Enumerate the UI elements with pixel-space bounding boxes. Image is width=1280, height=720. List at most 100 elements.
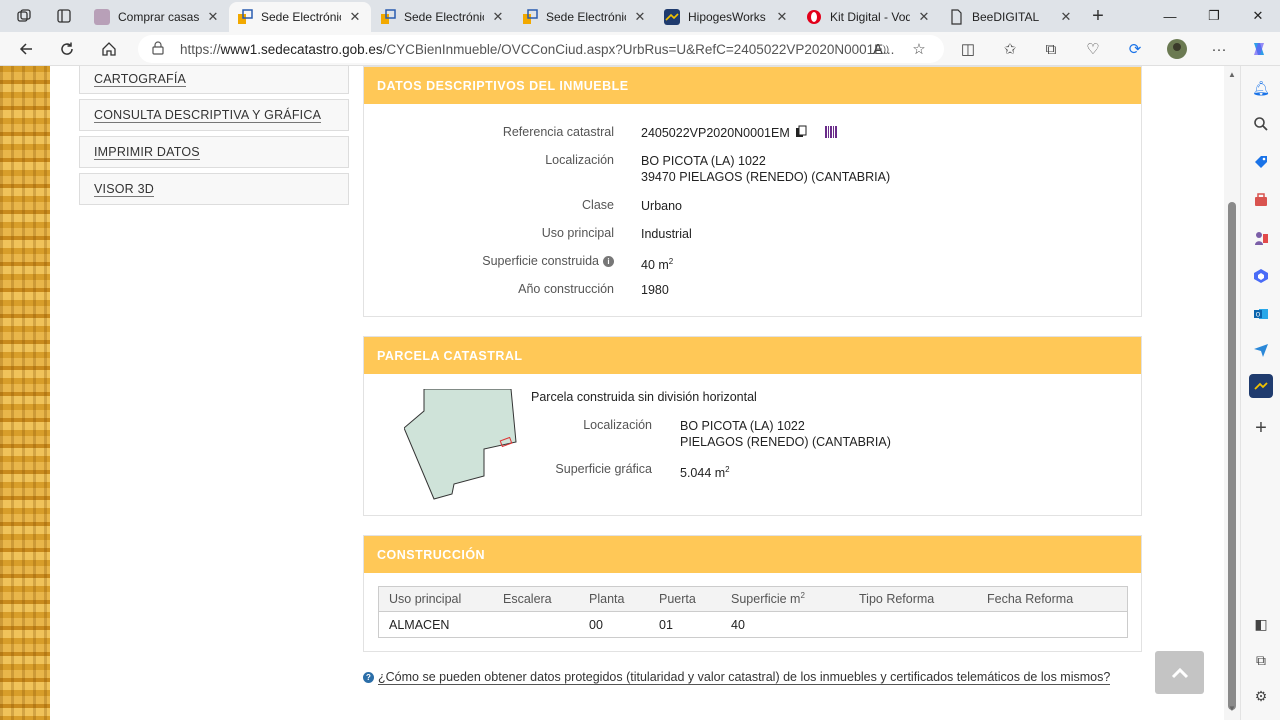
close-window-icon[interactable]: ✕: [1236, 0, 1280, 32]
tools-icon[interactable]: [1249, 188, 1273, 212]
menu-item-label: VISOR 3D: [94, 181, 154, 197]
barcode-icon[interactable]: [824, 125, 837, 142]
col-header: Escalera: [503, 592, 552, 606]
menu-item-label: IMPRIMIR DATOS: [94, 144, 200, 160]
outlook-icon[interactable]: O: [1249, 302, 1273, 326]
shopping-tag-icon[interactable]: [1249, 150, 1273, 174]
uso-value: Industrial: [641, 227, 692, 241]
workspaces-icon[interactable]: [10, 4, 38, 28]
microsoft-365-icon[interactable]: [1249, 264, 1273, 288]
menu-item-consulta[interactable]: CONSULTA DESCRIPTIVA Y GRÁFICA: [79, 99, 349, 131]
table-cell: 40: [731, 617, 745, 632]
info-icon[interactable]: i: [603, 256, 614, 268]
help-link[interactable]: ? ¿Cómo se pueden obtener datos protegid…: [363, 670, 1111, 685]
menu-item-cartografia[interactable]: CARTOGRAFÍA: [79, 66, 349, 94]
close-icon[interactable]: ✕: [490, 9, 506, 25]
menu-item-label: CARTOGRAFÍA: [94, 72, 187, 87]
scroll-up-icon[interactable]: ▲: [1227, 70, 1237, 79]
parcel-subtitle: Parcela construida sin división horizont…: [531, 390, 757, 404]
col-header: Puerta: [659, 592, 696, 606]
hipoges-icon: [664, 9, 680, 25]
address-bar[interactable]: https://www1.sedecatastro.gob.es/CYCBien…: [138, 35, 944, 63]
more-menu-icon[interactable]: ···: [1205, 35, 1233, 63]
favorites-icon[interactable]: ✩: [996, 35, 1024, 63]
tab-5[interactable]: Kit Digital - Vod ✕: [798, 2, 940, 32]
tab-0[interactable]: Comprar casas e ✕: [86, 2, 229, 32]
notifications-bell-icon[interactable]: 🔔︎: [1249, 76, 1273, 100]
back-to-top-button[interactable]: [1155, 651, 1204, 694]
parcel-sup-label: Superficie gráfica: [555, 462, 652, 476]
clase-label: Clase: [582, 198, 614, 212]
table-row: ALMACEN 00 01 40: [379, 612, 1127, 637]
superficie-exponent: 2: [668, 257, 674, 266]
add-sidebar-app-icon[interactable]: +: [1249, 416, 1273, 440]
tab-title: Sede Electrónica: [261, 10, 341, 24]
read-aloud-icon[interactable]: A)): [867, 35, 895, 63]
collections-icon[interactable]: ⧉: [1037, 35, 1065, 63]
datos-descriptivos-panel: DATOS DESCRIPTIVOS DEL INMUEBLE Referenc…: [363, 66, 1142, 317]
new-tab-icon[interactable]: +: [1084, 4, 1112, 28]
tab-title: HipogesWorks -: [688, 10, 768, 24]
superficie-value: 40 m: [641, 258, 669, 273]
open-external-icon[interactable]: ⧉: [1249, 648, 1273, 672]
hipoges-icon[interactable]: [1249, 374, 1273, 398]
parcel-sup-value: 5.044 m: [680, 466, 726, 481]
settings-gear-icon[interactable]: ⚙: [1249, 684, 1273, 708]
minimize-icon[interactable]: —: [1148, 0, 1192, 32]
col-header-superficie: Superficie m2: [731, 591, 859, 606]
tab-1[interactable]: Sede Electrónica ✕: [229, 2, 371, 32]
edge-sidebar: 🔔︎ O + ◧ ⧉ ⚙: [1240, 66, 1280, 720]
favorite-star-icon[interactable]: ☆: [905, 35, 933, 63]
close-icon[interactable]: ✕: [205, 9, 221, 25]
tab-actions-icon[interactable]: [50, 4, 78, 28]
tab-title: BeeDIGITAL: [972, 10, 1040, 24]
tab-3[interactable]: Sede Electrónica ✕: [514, 2, 656, 32]
col-header: Fecha Reforma: [987, 592, 1074, 606]
close-icon[interactable]: ✕: [347, 9, 363, 25]
url-host: www1.sedecatastro.gob.es: [220, 41, 383, 57]
send-icon[interactable]: [1249, 338, 1273, 362]
tab-6[interactable]: BeeDIGITAL ✕: [940, 2, 1082, 32]
home-icon[interactable]: [95, 35, 123, 63]
search-icon[interactable]: [1249, 112, 1273, 136]
games-icon[interactable]: [1249, 226, 1273, 250]
menu-item-imprimir[interactable]: IMPRIMIR DATOS: [79, 136, 349, 168]
parcel-loc-line-1: BO PICOTA (LA) 1022: [680, 419, 805, 433]
idealista-icon: [94, 9, 110, 25]
close-icon[interactable]: ✕: [632, 9, 648, 25]
ref-label: Referencia catastral: [502, 125, 614, 139]
close-icon[interactable]: ✕: [774, 9, 790, 25]
col-header: Planta: [589, 592, 625, 606]
performance-icon[interactable]: ⟳: [1121, 35, 1149, 63]
refresh-icon[interactable]: [53, 35, 81, 63]
navigation-bar: https://www1.sedecatastro.gob.es/CYCBien…: [0, 32, 1280, 66]
parcela-catastral-panel: PARCELA CATASTRAL Parcela construida sin…: [363, 336, 1142, 516]
help-link-text: ¿Cómo se pueden obtener datos protegidos…: [378, 670, 1111, 685]
scroll-down-icon[interactable]: ▼: [1227, 704, 1237, 713]
copy-icon[interactable]: [795, 125, 807, 142]
url-path: /CYCBienInmueble/OVCConCiud.aspx?UrbRus=…: [382, 41, 895, 57]
sidebar-layout-icon[interactable]: ◧: [1249, 612, 1273, 636]
back-icon[interactable]: [12, 35, 40, 63]
loc-line-2: 39470 PIELAGOS (RENEDO) (CANTABRIA): [641, 170, 891, 184]
close-icon[interactable]: ✕: [1058, 9, 1074, 25]
browser-essentials-icon[interactable]: ♡: [1079, 35, 1107, 63]
parcel-loc-value: BO PICOTA (LA) 1022 PIELAGOS (RENEDO) (C…: [680, 418, 891, 450]
tab-2[interactable]: Sede Electrónica ✕: [372, 2, 514, 32]
scroll-thumb[interactable]: [1228, 202, 1236, 710]
catastro-icon: [522, 9, 538, 25]
restore-icon[interactable]: ❐: [1192, 0, 1236, 32]
superficie-label-row: Superficie construida i: [364, 254, 614, 268]
menu-item-label: CONSULTA DESCRIPTIVA Y GRÁFICA: [94, 107, 322, 123]
loc-line-1: BO PICOTA (LA) 1022: [641, 154, 766, 168]
menu-item-visor-3d[interactable]: VISOR 3D: [79, 173, 349, 205]
catastro-icon: [380, 9, 396, 25]
copilot-icon[interactable]: [1245, 35, 1273, 63]
construccion-panel: CONSTRUCCIÓN Uso principal Escalera Plan…: [363, 535, 1142, 652]
split-screen-icon[interactable]: ◫: [954, 35, 982, 63]
page-scrollbar[interactable]: ▲ ▼: [1224, 66, 1240, 720]
parcel-map[interactable]: [403, 388, 522, 502]
avatar[interactable]: [1163, 35, 1191, 63]
close-icon[interactable]: ✕: [916, 9, 932, 25]
tab-4[interactable]: HipogesWorks - ✕: [656, 2, 798, 32]
